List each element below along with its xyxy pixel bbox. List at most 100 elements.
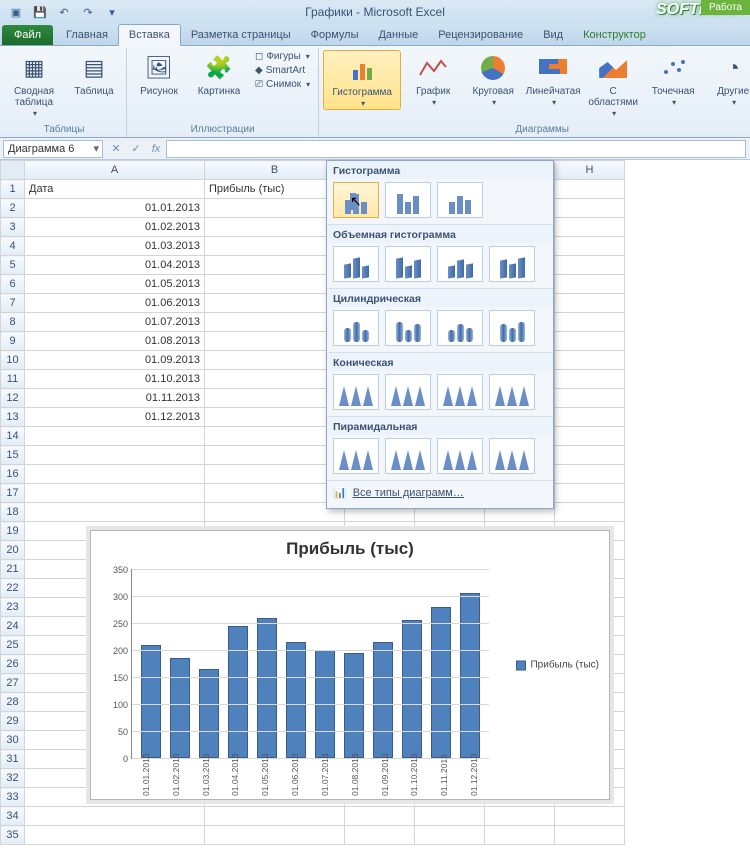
name-box[interactable]: Диаграмма 6	[3, 140, 103, 158]
row-header-35[interactable]: 35	[1, 826, 25, 845]
excel-icon[interactable]: ▣	[6, 3, 26, 21]
cell-H8[interactable]	[555, 313, 625, 332]
row-header-15[interactable]: 15	[1, 446, 25, 465]
gallery-item[interactable]	[489, 246, 535, 282]
cell-A13[interactable]: 01.12.2013	[25, 408, 205, 427]
cell-A5[interactable]: 01.04.2013	[25, 256, 205, 275]
cell-A11[interactable]: 01.10.2013	[25, 370, 205, 389]
row-header-5[interactable]: 5	[1, 256, 25, 275]
cell-A1[interactable]: Дата	[25, 180, 205, 199]
row-header-6[interactable]: 6	[1, 275, 25, 294]
cell-H14[interactable]	[555, 427, 625, 446]
tab-вставка[interactable]: Вставка	[118, 24, 181, 46]
cell-A3[interactable]: 01.02.2013	[25, 218, 205, 237]
cell-H13[interactable]	[555, 408, 625, 427]
row-header-22[interactable]: 22	[1, 579, 25, 598]
row-header-27[interactable]: 27	[1, 674, 25, 693]
cell-B12[interactable]: 28	[205, 389, 345, 408]
row-header-10[interactable]: 10	[1, 351, 25, 370]
cell-A10[interactable]: 01.09.2013	[25, 351, 205, 370]
screenshot-button[interactable]: ⎚Снимок	[251, 78, 314, 91]
all-chart-types-button[interactable]: 📊 Все типы диаграмм…	[327, 480, 553, 504]
row-header-19[interactable]: 19	[1, 522, 25, 541]
picture-button[interactable]: 🖼 Рисунок	[131, 50, 187, 97]
row-header-25[interactable]: 25	[1, 636, 25, 655]
cell-E35[interactable]	[345, 826, 415, 845]
cell-A2[interactable]: 01.01.2013	[25, 199, 205, 218]
cell-B15[interactable]	[205, 446, 345, 465]
cell-A8[interactable]: 01.07.2013	[25, 313, 205, 332]
save-icon[interactable]: 💾	[30, 3, 50, 21]
row-header-30[interactable]: 30	[1, 731, 25, 750]
tab-главная[interactable]: Главная	[56, 25, 118, 45]
cell-F35[interactable]	[415, 826, 485, 845]
row-header-24[interactable]: 24	[1, 617, 25, 636]
cell-A14[interactable]	[25, 427, 205, 446]
cell-B4[interactable]: 16	[205, 237, 345, 256]
cell-A12[interactable]: 01.11.2013	[25, 389, 205, 408]
cell-B5[interactable]: 24	[205, 256, 345, 275]
cell-A6[interactable]: 01.05.2013	[25, 275, 205, 294]
row-header-33[interactable]: 33	[1, 788, 25, 807]
gallery-item[interactable]	[333, 310, 379, 346]
row-header-32[interactable]: 32	[1, 769, 25, 788]
cell-B1[interactable]: Прибыль (тыс)	[205, 180, 345, 199]
cell-H18[interactable]	[555, 503, 625, 522]
tab-вид[interactable]: Вид	[533, 25, 573, 45]
row-header-1[interactable]: 1	[1, 180, 25, 199]
tab-конструктор[interactable]: Конструктор	[573, 25, 656, 45]
col-header-H[interactable]: H	[555, 161, 625, 180]
cell-B9[interactable]: 19	[205, 332, 345, 351]
row-header-17[interactable]: 17	[1, 484, 25, 503]
cell-H7[interactable]	[555, 294, 625, 313]
line-chart-button[interactable]: График	[405, 50, 461, 108]
row-header-8[interactable]: 8	[1, 313, 25, 332]
column-chart-button[interactable]: Гистограмма	[323, 50, 401, 110]
cell-A15[interactable]	[25, 446, 205, 465]
cell-B18[interactable]	[205, 503, 345, 522]
row-header-13[interactable]: 13	[1, 408, 25, 427]
cell-H12[interactable]	[555, 389, 625, 408]
cell-B6[interactable]: 26	[205, 275, 345, 294]
gallery-item[interactable]	[489, 310, 535, 346]
row-header-28[interactable]: 28	[1, 693, 25, 712]
area-chart-button[interactable]: С областями	[585, 50, 641, 119]
gallery-item[interactable]	[437, 246, 483, 282]
fx-icon[interactable]: fx	[146, 143, 166, 155]
row-header-29[interactable]: 29	[1, 712, 25, 731]
cell-E34[interactable]	[345, 807, 415, 826]
row-header-31[interactable]: 31	[1, 750, 25, 769]
gallery-item[interactable]	[385, 374, 431, 410]
row-header-11[interactable]: 11	[1, 370, 25, 389]
row-header-16[interactable]: 16	[1, 465, 25, 484]
embedded-chart[interactable]: Прибыль (тыс) 050100150200250300350 01.0…	[90, 530, 610, 800]
cell-B11[interactable]: 25	[205, 370, 345, 389]
cell-A35[interactable]	[25, 826, 205, 845]
cell-H16[interactable]	[555, 465, 625, 484]
gallery-item[interactable]	[437, 310, 483, 346]
row-header-3[interactable]: 3	[1, 218, 25, 237]
gallery-item[interactable]	[333, 374, 379, 410]
cell-H17[interactable]	[555, 484, 625, 503]
select-all-button[interactable]	[1, 161, 25, 180]
cell-F34[interactable]	[415, 807, 485, 826]
cell-A9[interactable]: 01.08.2013	[25, 332, 205, 351]
cell-H4[interactable]	[555, 237, 625, 256]
qat-customize-icon[interactable]: ▾	[102, 3, 122, 21]
cell-H6[interactable]	[555, 275, 625, 294]
cell-H1[interactable]	[555, 180, 625, 199]
scatter-chart-button[interactable]: Точечная	[645, 50, 701, 108]
formula-enter-icon[interactable]: ✓	[126, 142, 146, 155]
cell-G34[interactable]	[485, 807, 555, 826]
cell-B35[interactable]	[205, 826, 345, 845]
col-header-B[interactable]: B	[205, 161, 345, 180]
row-header-23[interactable]: 23	[1, 598, 25, 617]
gallery-item[interactable]	[489, 438, 535, 474]
cell-B8[interactable]: 20	[205, 313, 345, 332]
tab-разметка страницы[interactable]: Разметка страницы	[181, 25, 301, 45]
gallery-item[interactable]	[333, 438, 379, 474]
cell-A7[interactable]: 01.06.2013	[25, 294, 205, 313]
cell-A16[interactable]	[25, 465, 205, 484]
shapes-button[interactable]: ◻Фигуры	[251, 50, 314, 63]
bar-chart-button[interactable]: Линейчатая	[525, 50, 581, 108]
